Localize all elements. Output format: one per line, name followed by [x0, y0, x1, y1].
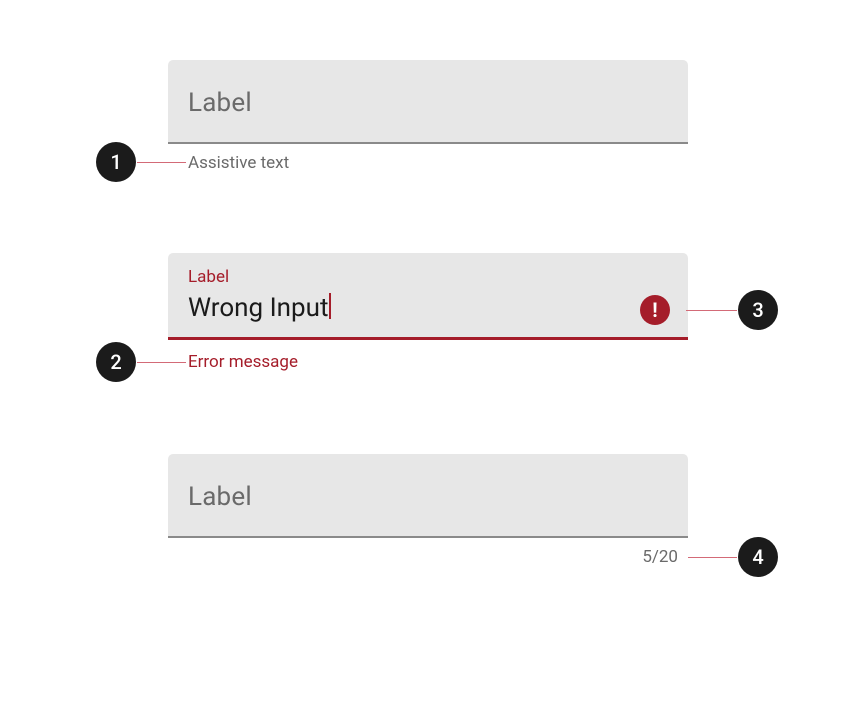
assistive-text: Assistive text — [168, 153, 688, 173]
annotation-number: 4 — [752, 545, 763, 569]
text-field-floating-label: Label — [168, 253, 688, 287]
annotation-bubble-2: 2 — [96, 342, 136, 382]
text-field-label: Label — [188, 88, 668, 118]
annotation-connector-1 — [137, 162, 186, 163]
error-icon: ! — [640, 295, 670, 325]
error-message: Error message — [168, 352, 688, 372]
text-field-default[interactable]: Label — [168, 60, 688, 144]
diagram-canvas: Label Assistive text 1 Label Wrong Input… — [0, 40, 852, 716]
annotation-connector-4 — [688, 557, 737, 558]
text-field-label: Label — [188, 482, 668, 512]
annotation-connector-2 — [137, 362, 186, 363]
text-field-counter[interactable]: Label — [168, 454, 688, 538]
annotation-number: 1 — [110, 150, 121, 174]
text-field-underline — [168, 142, 688, 144]
text-field-underline-error — [168, 337, 688, 340]
annotation-number: 3 — [752, 298, 763, 322]
annotation-bubble-1: 1 — [96, 142, 136, 182]
text-field-underline — [168, 536, 688, 538]
annotation-bubble-4: 4 — [738, 537, 778, 577]
character-counter: 5/20 — [168, 547, 688, 567]
annotation-connector-3 — [686, 310, 737, 311]
text-field-error[interactable]: Label Wrong Input ! — [168, 253, 688, 340]
annotation-number: 2 — [110, 350, 121, 374]
text-caret — [329, 293, 331, 319]
annotation-bubble-3: 3 — [738, 290, 778, 330]
text-field-value: Wrong Input — [168, 287, 688, 337]
